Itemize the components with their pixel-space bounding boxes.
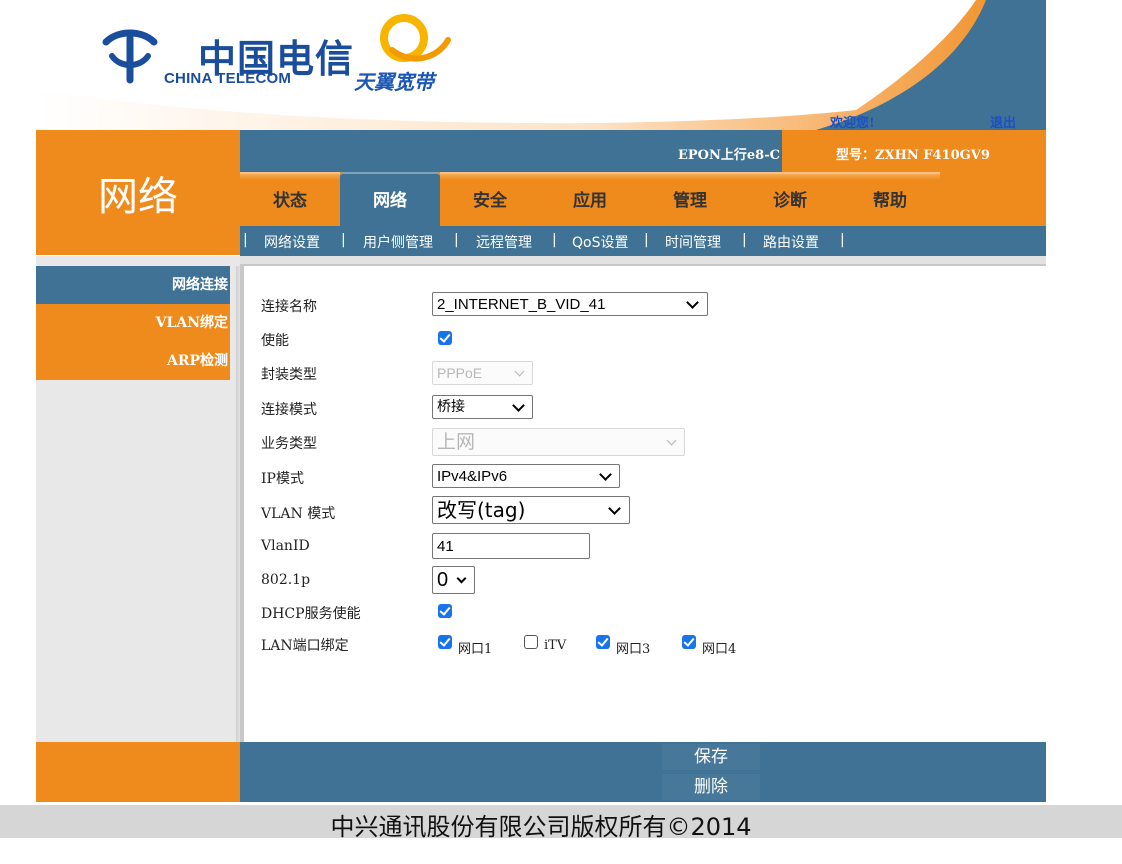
delete-button[interactable]: 删除 bbox=[662, 774, 760, 800]
lan-port4-label: 网口4 bbox=[702, 642, 737, 657]
subnav-time-management[interactable]: 时间管理 bbox=[665, 232, 721, 252]
connection-mode-label: 连接模式 bbox=[261, 402, 317, 418]
tab-management[interactable]: 管理 bbox=[640, 172, 740, 226]
subnav-separator: | bbox=[552, 232, 557, 248]
device-type: EPON上行e8-C bbox=[678, 148, 780, 163]
tianyi-broadband-logo-icon bbox=[380, 14, 451, 62]
lan-port3-label: 网口3 bbox=[616, 642, 651, 657]
tab-help[interactable]: 帮助 bbox=[840, 172, 940, 226]
action-bar: 保存 删除 bbox=[240, 742, 1046, 802]
banner-background bbox=[36, 0, 1046, 130]
subnav-remote-management[interactable]: 远程管理 bbox=[476, 232, 532, 252]
subnav-user-side-management[interactable]: 用户侧管理 bbox=[363, 232, 433, 252]
footer: 中兴通讯股份有限公司版权所有©2014 bbox=[0, 805, 1122, 841]
dot1p-select-wrap: 0 bbox=[432, 566, 475, 594]
sidebar: 网络连接 VLAN绑定 ARP检测 bbox=[36, 256, 242, 742]
sidebar-item-vlan-binding[interactable]: VLAN绑定 bbox=[36, 304, 230, 342]
ip-mode-select-wrap: IPv4&IPv6 bbox=[432, 464, 620, 488]
config-form: 连接名称 2_INTERNET_B_VID_41 使能 封装类型 PPPoE 连… bbox=[240, 264, 1046, 742]
connection-name-label: 连接名称 bbox=[261, 299, 317, 315]
encapsulation-select[interactable]: PPPoE bbox=[432, 361, 533, 385]
subnav-separator: | bbox=[341, 232, 346, 248]
enable-label: 使能 bbox=[261, 333, 289, 349]
subnav-network-settings[interactable]: 网络设置 bbox=[264, 232, 320, 252]
connection-name-select[interactable]: 2_INTERNET_B_VID_41 bbox=[432, 292, 708, 316]
dot1p-label: 802.1p bbox=[261, 572, 311, 588]
encapsulation-select-wrap: PPPoE bbox=[432, 361, 533, 385]
ip-mode-select[interactable]: IPv4&IPv6 bbox=[432, 464, 620, 488]
dot1p-select[interactable]: 0 bbox=[432, 566, 475, 594]
lan-itv-label: iTV bbox=[544, 638, 567, 653]
lan-port1-label: 网口1 bbox=[458, 642, 493, 657]
vlan-id-label: VlanID bbox=[261, 538, 310, 554]
ip-mode-label: IP模式 bbox=[261, 471, 304, 487]
vlan-mode-label: VLAN 模式 bbox=[261, 506, 336, 522]
subnav-separator: | bbox=[243, 232, 248, 248]
lan-port3-checkbox[interactable] bbox=[596, 635, 610, 649]
lan-port1-checkbox[interactable] bbox=[438, 635, 452, 649]
service-type-select[interactable]: 上网 bbox=[432, 428, 685, 456]
divider bbox=[240, 256, 1046, 264]
vlan-mode-select[interactable]: 改写(tag) bbox=[432, 496, 630, 524]
device-info-bar: EPON上行e8-C 型号：ZXHN F410GV9 bbox=[240, 130, 1046, 172]
main-tabs: 状态 网络 安全 应用 管理 诊断 帮助 bbox=[240, 172, 1046, 226]
connection-name-select-wrap: 2_INTERNET_B_VID_41 bbox=[432, 292, 708, 316]
service-type-select-wrap: 上网 bbox=[432, 428, 685, 456]
copyright-text: 中兴通讯股份有限公司版权所有©2014 bbox=[330, 813, 752, 841]
subnav-separator: | bbox=[840, 232, 845, 248]
tab-network[interactable]: 网络 bbox=[340, 172, 440, 226]
bottom-left-block bbox=[36, 742, 240, 802]
lan-port4-checkbox[interactable] bbox=[682, 635, 696, 649]
connection-mode-select-wrap: 桥接 bbox=[432, 395, 533, 419]
brand-name-en: CHINA TELECOM bbox=[164, 70, 292, 87]
welcome-text: 欢迎您! bbox=[830, 116, 875, 130]
section-title: 网络 bbox=[98, 174, 178, 220]
vlan-id-input[interactable] bbox=[432, 533, 590, 559]
subnav-routing-settings[interactable]: 路由设置 bbox=[763, 232, 819, 252]
brand2-name: 天翼宽带 bbox=[354, 70, 434, 94]
sidebar-item-arp-detection[interactable]: ARP检测 bbox=[36, 342, 230, 380]
model-box: 型号：ZXHN F410GV9 bbox=[782, 130, 1046, 172]
sub-navigation: | 网络设置 | 用户侧管理 | 远程管理 | QoS设置 | 时间管理 | 路… bbox=[240, 226, 1046, 256]
service-type-label: 业务类型 bbox=[261, 436, 317, 452]
lan-binding-label: LAN端口绑定 bbox=[261, 638, 349, 654]
dhcp-enable-label: DHCP服务使能 bbox=[261, 606, 361, 622]
tab-diagnostics[interactable]: 诊断 bbox=[740, 172, 840, 226]
lan-itv-checkbox[interactable] bbox=[524, 635, 538, 649]
subnav-qos-settings[interactable]: QoS设置 bbox=[572, 232, 628, 252]
tab-application[interactable]: 应用 bbox=[540, 172, 640, 226]
subnav-separator: | bbox=[742, 232, 747, 248]
enable-checkbox[interactable] bbox=[438, 331, 452, 345]
sidebar-item-network-connection[interactable]: 网络连接 bbox=[36, 266, 230, 304]
save-button[interactable]: 保存 bbox=[662, 744, 760, 770]
model-text: 型号：ZXHN F410GV9 bbox=[836, 148, 990, 163]
dhcp-enable-checkbox[interactable] bbox=[438, 604, 452, 618]
section-header: 网络 bbox=[36, 130, 240, 255]
encapsulation-label: 封装类型 bbox=[261, 367, 317, 383]
tab-security[interactable]: 安全 bbox=[440, 172, 540, 226]
subnav-separator: | bbox=[644, 232, 649, 248]
header-banner: 中国电信 CHINA TELECOM 天翼宽带 欢迎您! 退出 bbox=[36, 0, 1046, 130]
tab-status[interactable]: 状态 bbox=[240, 172, 340, 226]
vlan-mode-select-wrap: 改写(tag) bbox=[432, 496, 630, 524]
logout-link[interactable]: 退出 bbox=[990, 112, 1016, 130]
china-telecom-logo-icon bbox=[102, 29, 158, 84]
subnav-separator: | bbox=[454, 232, 459, 248]
connection-mode-select[interactable]: 桥接 bbox=[432, 395, 533, 419]
